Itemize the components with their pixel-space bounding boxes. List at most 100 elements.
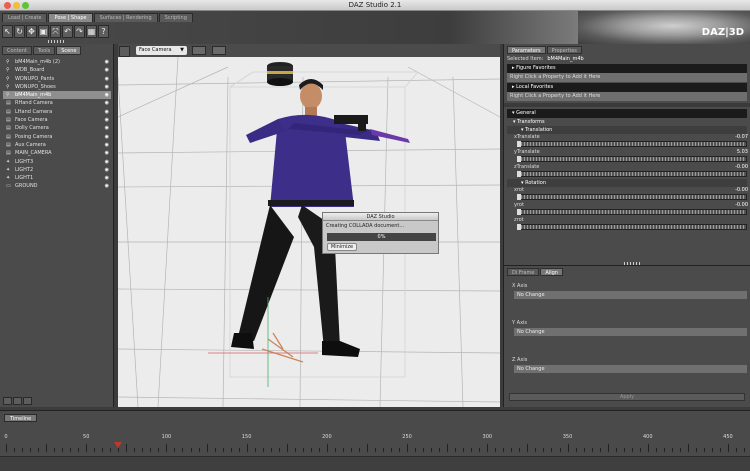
slider-knob[interactable] (517, 194, 521, 200)
draw-style-button[interactable] (192, 46, 206, 55)
figure-icon: ⚲ (6, 83, 10, 90)
viewport-toolbar: Face Camera ▼ (132, 44, 500, 57)
pointer-icon[interactable]: ↖ (2, 25, 13, 38)
property-slider[interactable] (517, 224, 747, 230)
scene-item[interactable]: ▭ GROUND ◉ (3, 182, 111, 190)
scene-item[interactable]: ⚲ WDB_Board ◉ (3, 66, 111, 74)
tab-scene[interactable]: Scene (56, 46, 82, 55)
scene-item[interactable]: ✦ LIGHT3 ◉ (3, 158, 111, 166)
visibility-eye-icon[interactable]: ◉ (105, 58, 109, 66)
slider-knob[interactable] (517, 156, 521, 162)
tab-parameters[interactable]: Parameters (507, 46, 546, 54)
translation-header[interactable]: ▾ Translation (507, 126, 747, 134)
scale-icon[interactable]: ▣ (38, 25, 49, 38)
slider-knob[interactable] (517, 171, 521, 177)
property-slider[interactable] (517, 171, 747, 177)
slider-knob[interactable] (517, 141, 521, 147)
rotate-icon[interactable]: ↻ (14, 25, 25, 38)
scene-filter-button[interactable] (13, 397, 22, 405)
scene-item[interactable]: ✦ LIGHT2 ◉ (3, 166, 111, 174)
visibility-eye-icon[interactable]: ◉ (105, 174, 109, 182)
local-favorites-header[interactable]: ▸ Local Favorites (507, 83, 747, 92)
visibility-eye-icon[interactable]: ◉ (105, 124, 109, 132)
figure-icon: ⚲ (6, 59, 10, 65)
tab-tools[interactable]: Tools (32, 46, 56, 55)
property-value[interactable]: -0.00 (735, 202, 748, 209)
scene-item[interactable]: ⚲ WDNUPO_Shoes ◉ (3, 83, 111, 91)
property-slider[interactable] (517, 156, 747, 162)
visibility-eye-icon[interactable]: ◉ (105, 75, 109, 83)
visibility-eye-icon[interactable]: ◉ (105, 133, 109, 141)
general-header[interactable]: ▾ General (507, 109, 747, 118)
transforms-header[interactable]: ▾ Transforms (504, 118, 750, 126)
property-value[interactable]: 5.03 (737, 149, 748, 156)
translate-icon[interactable]: ✥ (26, 25, 37, 38)
zoom-icon[interactable] (22, 2, 29, 9)
property-value[interactable]: -0.07 (735, 134, 748, 141)
render-icon[interactable]: ▦ (86, 25, 97, 38)
visibility-eye-icon[interactable]: ◉ (105, 83, 109, 91)
z-axis-select[interactable]: No Change (514, 365, 747, 373)
visibility-eye-icon[interactable]: ◉ (105, 149, 109, 157)
close-icon[interactable] (4, 2, 11, 9)
viewport-options-button[interactable] (212, 46, 226, 55)
slider-knob[interactable] (517, 209, 521, 215)
slider-knob[interactable] (517, 224, 521, 230)
scene-item[interactable]: ▤ LHand Camera ◉ (3, 108, 111, 116)
property-slider[interactable] (517, 194, 747, 200)
redo-icon[interactable]: ↷ (74, 25, 85, 38)
minimize-button[interactable]: Minimize (327, 243, 357, 251)
tab-properties[interactable]: Properties (546, 46, 582, 54)
ruler-tick (86, 444, 88, 452)
scene-item[interactable]: ⚲ WDNUPO_Pants ◉ (3, 75, 111, 83)
current-frame-marker[interactable] (114, 442, 123, 448)
scene-item[interactable]: ⚲ bM4Main_m4b (2) ◉ (3, 58, 111, 66)
visibility-eye-icon[interactable]: ◉ (105, 166, 109, 174)
property-slider[interactable] (517, 141, 747, 147)
camera-select[interactable]: Face Camera ▼ (136, 46, 187, 55)
panel-grip[interactable] (624, 262, 640, 265)
3d-viewport[interactable] (118, 57, 500, 407)
visibility-eye-icon[interactable]: ◉ (105, 66, 109, 74)
property-value[interactable]: -0.00 (735, 164, 748, 171)
tab-di-frame[interactable]: Di Frame (507, 268, 540, 276)
scene-delete-button[interactable] (23, 397, 32, 405)
tab-align[interactable]: Align (540, 268, 563, 276)
tab-load-create[interactable]: Load | Create (2, 13, 48, 22)
visibility-eye-icon[interactable]: ◉ (105, 108, 109, 116)
visibility-eye-icon[interactable]: ◉ (105, 91, 109, 99)
figure-favorites-header[interactable]: ▸ Figure Favorites (507, 64, 747, 73)
universal-icon[interactable]: ⤧ (50, 25, 61, 38)
tab-content[interactable]: Content (2, 46, 32, 55)
panel-splitter[interactable] (504, 103, 750, 107)
scene-item[interactable]: ▤ Dolly Camera ◉ (3, 124, 111, 132)
y-axis-select[interactable]: No Change (514, 328, 747, 336)
panel-grip[interactable] (48, 40, 64, 43)
property-slider[interactable] (517, 209, 747, 215)
x-axis-select[interactable]: No Change (514, 291, 747, 299)
visibility-eye-icon[interactable]: ◉ (105, 158, 109, 166)
tab-pose-shape[interactable]: Pose | Shape (48, 13, 93, 22)
visibility-eye-icon[interactable]: ◉ (105, 116, 109, 124)
scene-item[interactable]: ✦ LIGHT1 ◉ (3, 174, 111, 182)
tab-scripting[interactable]: Scripting (158, 13, 193, 22)
visibility-eye-icon[interactable]: ◉ (105, 99, 109, 107)
undo-icon[interactable]: ↶ (62, 25, 73, 38)
orbit-icon[interactable] (119, 46, 130, 57)
help-icon[interactable]: ? (98, 25, 109, 38)
minimize-icon[interactable] (13, 2, 20, 9)
scene-item[interactable]: ⚲ bM4Main_m4b ◉ (3, 91, 111, 100)
scene-item[interactable]: ▤ RHand Camera ◉ (3, 99, 111, 107)
scene-item[interactable]: ▤ Aux Camera ◉ (3, 141, 111, 149)
tab-surfaces-rendering[interactable]: Surfaces | Rendering (93, 13, 158, 22)
rotation-header[interactable]: ▾ Rotation (507, 179, 747, 187)
apply-button[interactable]: Apply (509, 393, 745, 401)
scene-item[interactable]: ▤ Posing Camera ◉ (3, 133, 111, 141)
visibility-eye-icon[interactable]: ◉ (105, 182, 109, 190)
scene-item[interactable]: ▤ Face Camera ◉ (3, 116, 111, 124)
scene-options-button[interactable] (3, 397, 12, 405)
tab-timeline[interactable]: Timeline (4, 414, 38, 422)
scene-item[interactable]: ▤ MAIN_CAMERA ◉ (3, 149, 111, 157)
property-value[interactable]: -0.00 (735, 187, 748, 194)
visibility-eye-icon[interactable]: ◉ (105, 141, 109, 149)
